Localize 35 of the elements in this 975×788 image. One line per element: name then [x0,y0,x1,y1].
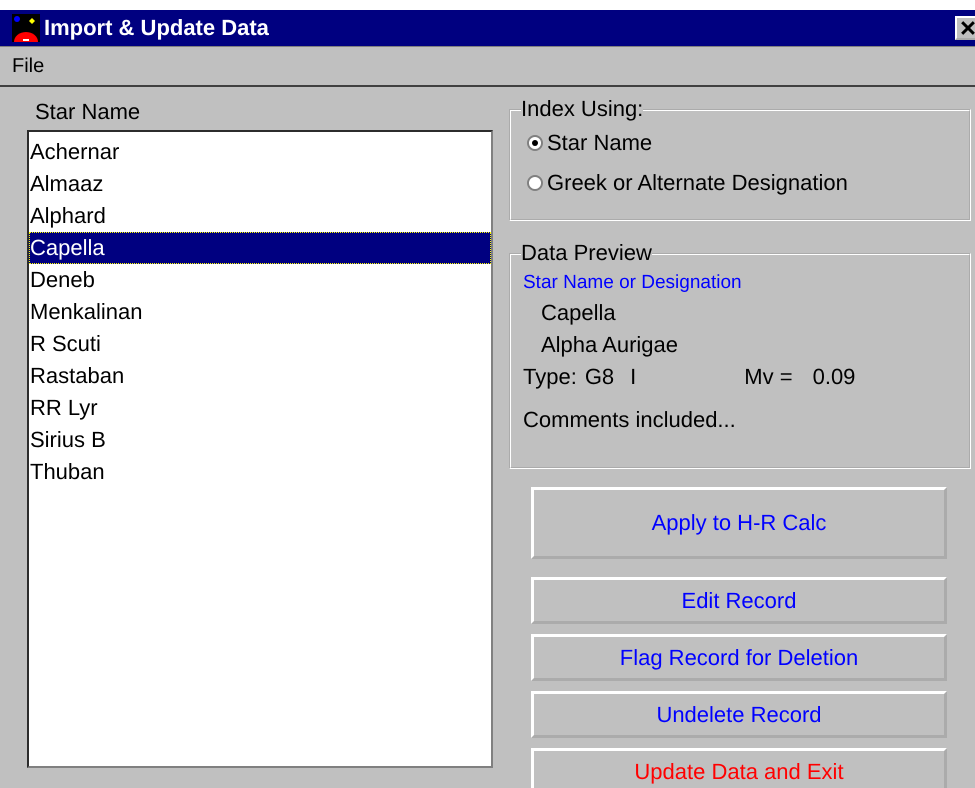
list-item[interactable]: Rastaban [29,360,491,392]
group-label: Index Using: [521,97,644,121]
list-item[interactable]: Achernar [29,136,491,168]
list-label: Star Name [35,98,142,126]
action-button[interactable]: Flag Record for Deletion [531,634,947,681]
list-item[interactable]: Sirius B [29,424,491,456]
app-icon [12,14,40,42]
radio-button[interactable] [527,175,543,191]
close-button[interactable] [955,16,975,40]
close-icon [961,21,975,35]
radio-option[interactable]: Star Name [527,127,957,159]
action-button[interactable]: Apply to H-R Calc [531,487,947,559]
menu-item[interactable]: File [12,54,44,78]
list-item[interactable]: RR Lyr [29,392,491,424]
list-item[interactable]: Almaaz [29,168,491,200]
action-button[interactable]: Edit Record [531,577,947,624]
list-item[interactable]: Thuban [29,456,491,488]
luminosity-class: I [630,363,636,391]
type-label: Type: [523,363,577,391]
window-title: Import & Update Data [44,15,270,41]
radio-option[interactable]: Greek or Alternate Designation [527,167,957,199]
preview-heading: Star Name or Designation [523,271,743,295]
designation-value: Alpha Aurigae [541,331,679,359]
list-item[interactable]: Deneb [29,264,491,296]
comments-text: Comments included... [523,406,737,434]
action-button[interactable]: Undelete Record [531,691,947,738]
list-item[interactable]: Alphard [29,200,491,232]
list-item[interactable]: Menkalinan [29,296,491,328]
list-item[interactable]: R Scuti [29,328,491,360]
mv-label: Mv = [744,363,793,391]
list-item[interactable]: Capella [29,232,491,264]
type-value: G8 [584,363,614,391]
radio-button[interactable] [527,135,543,151]
mv-value: 0.09 [812,363,856,391]
star-name-value: Capella [541,299,617,327]
